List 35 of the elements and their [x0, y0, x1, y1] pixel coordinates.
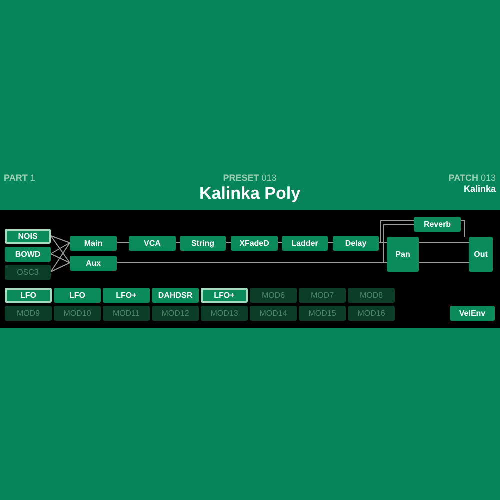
- modulator-slot[interactable]: MOD13: [201, 306, 248, 321]
- modulator-slot[interactable]: LFO+: [103, 288, 150, 303]
- preset-label: PRESET 013: [223, 173, 277, 184]
- envelope-button[interactable]: VelEnv: [450, 306, 495, 321]
- module-block[interactable]: Reverb: [414, 217, 461, 232]
- part-label: PART 1: [4, 173, 36, 184]
- modulator-slot[interactable]: MOD16: [348, 306, 395, 321]
- module-block[interactable]: VCA: [129, 236, 176, 251]
- modulator-slot[interactable]: MOD10: [54, 306, 101, 321]
- modulator-slot[interactable]: LFO+: [201, 288, 248, 303]
- patch-name: Kalinka: [464, 184, 496, 195]
- modulator-slot[interactable]: LFO: [5, 288, 52, 303]
- module-block[interactable]: Delay: [333, 236, 379, 251]
- module-block[interactable]: Pan: [387, 237, 419, 272]
- module-block[interactable]: XFadeD: [231, 236, 278, 251]
- modulator-slot[interactable]: LFO: [54, 288, 101, 303]
- module-block[interactable]: Out: [469, 237, 493, 272]
- modulator-slot[interactable]: MOD9: [5, 306, 52, 321]
- module-block[interactable]: Aux: [70, 256, 117, 271]
- source-slot[interactable]: BOWD: [5, 247, 51, 262]
- modulator-slot[interactable]: MOD7: [299, 288, 346, 303]
- modulator-slot[interactable]: MOD6: [250, 288, 297, 303]
- modulator-slot[interactable]: MOD12: [152, 306, 199, 321]
- source-slot[interactable]: OSC3: [5, 265, 51, 280]
- modulator-slot[interactable]: DAHDSR: [152, 288, 199, 303]
- modulator-slot[interactable]: MOD11: [103, 306, 150, 321]
- module-block[interactable]: Ladder: [282, 236, 328, 251]
- module-block[interactable]: String: [180, 236, 226, 251]
- module-block[interactable]: Main: [70, 236, 117, 251]
- source-slot[interactable]: NOIS: [5, 229, 51, 244]
- preset-name: Kalinka Poly: [199, 184, 301, 204]
- modulator-slot[interactable]: MOD14: [250, 306, 297, 321]
- modulator-slot[interactable]: MOD8: [348, 288, 395, 303]
- patch-label: PATCH 013: [448, 173, 496, 184]
- modulator-slot[interactable]: MOD15: [299, 306, 346, 321]
